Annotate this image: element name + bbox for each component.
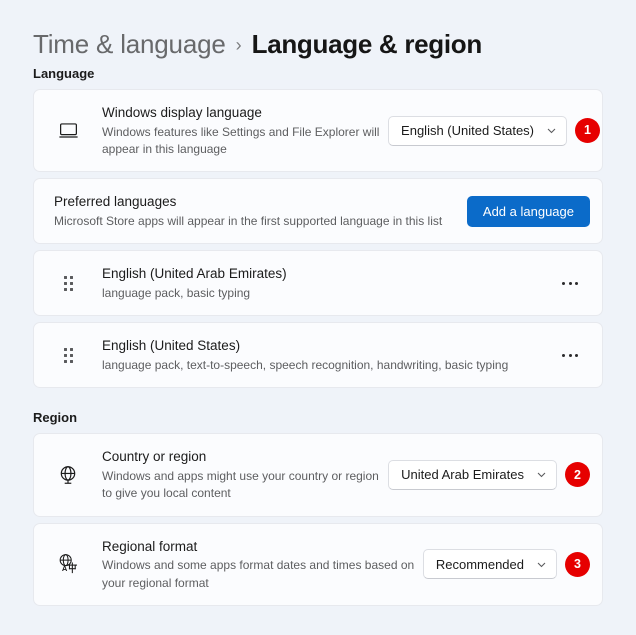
section-heading-language: Language: [33, 66, 95, 81]
card-text-block: Country or region Windows and apps might…: [102, 434, 388, 515]
setting-title: Country or region: [102, 449, 207, 465]
card-text-block: Windows display language Windows feature…: [102, 90, 388, 171]
dropdown-value: English (United States): [401, 123, 534, 139]
card-controls: Add a language: [466, 195, 602, 227]
chevron-down-icon: [536, 469, 547, 480]
card-regional-format[interactable]: A Regional format Windows and some apps …: [33, 522, 603, 606]
monitor-icon: [34, 120, 102, 141]
language-features: language pack, text-to-speech, speech re…: [102, 357, 509, 372]
card-controls: English (United States) 1: [388, 115, 602, 146]
annotation-badge-1: 1: [575, 118, 600, 144]
setting-description: Windows features like Settings and File …: [102, 124, 380, 156]
dropdown-value: Recommended: [435, 556, 524, 572]
list-item[interactable]: English (United Arab Emirates) language …: [33, 250, 603, 317]
setting-description: Windows and apps might use your country …: [102, 468, 379, 501]
card-text-block: Regional format Windows and some apps fo…: [102, 524, 423, 605]
section-heading-region: Region: [33, 410, 78, 426]
language-name: English (United States): [102, 338, 241, 354]
annotation-badge-3: 3: [565, 551, 590, 577]
breadcrumb-parent-link[interactable]: Time & language: [33, 29, 226, 60]
translate-globe-icon: A: [34, 552, 102, 576]
list-item-text: English (United States) language pack, t…: [102, 326, 548, 384]
list-item-text: English (United Arab Emirates) language …: [102, 254, 548, 312]
card-country-or-region[interactable]: Country or region Windows and apps might…: [33, 433, 603, 517]
card-controls: United Arab Emirates 2: [388, 459, 602, 490]
page-title: Language & region: [251, 28, 483, 59]
display-language-dropdown[interactable]: English (United States): [388, 115, 567, 146]
globe-icon: [34, 464, 102, 486]
country-or-region-dropdown[interactable]: United Arab Emirates: [388, 459, 557, 490]
dropdown-value: United Arab Emirates: [401, 467, 524, 483]
drag-handle-icon[interactable]: [34, 275, 102, 291]
chevron-right-icon: ›: [235, 35, 242, 55]
breadcrumb: Time & language › Language & region: [0, 0, 636, 66]
setting-description: Microsoft Store apps will appear in the …: [54, 213, 443, 228]
card-preferred-languages: Preferred languages Microsoft Store apps…: [33, 178, 603, 245]
regional-format-dropdown[interactable]: Recommended: [422, 549, 557, 580]
setting-description: Windows and some apps format dates and t…: [102, 558, 415, 590]
chevron-down-icon: [536, 559, 547, 570]
card-windows-display-language[interactable]: Windows display language Windows feature…: [33, 89, 603, 173]
more-options-icon[interactable]: [548, 267, 592, 299]
svg-text:A: A: [62, 564, 68, 573]
add-a-language-button[interactable]: Add a language: [466, 195, 590, 227]
chevron-down-icon: [546, 125, 557, 136]
setting-title: Preferred languages: [54, 194, 177, 210]
language-name: English (United Arab Emirates): [102, 266, 287, 282]
annotation-badge-2: 2: [565, 462, 590, 488]
card-text-block: Preferred languages Microsoft Store apps…: [34, 179, 467, 243]
card-controls: Recommended 3: [422, 549, 602, 580]
list-item[interactable]: English (United States) language pack, t…: [33, 322, 603, 389]
drag-handle-icon[interactable]: [34, 347, 102, 363]
setting-title: Regional format: [102, 538, 198, 554]
language-features: language pack, basic typing: [102, 285, 251, 300]
more-options-icon[interactable]: [548, 339, 592, 371]
setting-title: Windows display language: [102, 105, 262, 120]
